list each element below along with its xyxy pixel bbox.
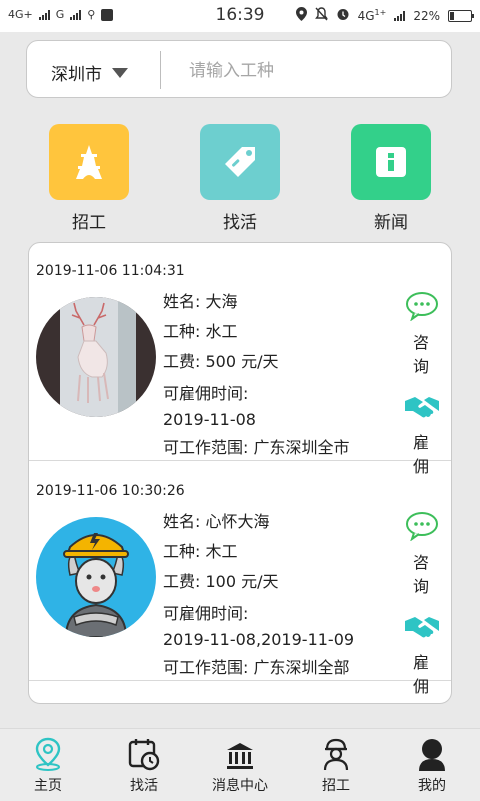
- hire-label: 可雇佣时间:: [163, 604, 249, 623]
- post-time: 2019-11-06 11:04:31: [36, 263, 185, 279]
- tab-find-work-label: 找活: [130, 778, 158, 794]
- tag-icon: [225, 147, 255, 177]
- avatar: [36, 297, 156, 417]
- chat-bubble-icon: [406, 292, 438, 322]
- worker-card[interactable]: 2019-11-06 11:04:31 姓名: 大海 工种: 水工 工费: 50…: [29, 243, 451, 476]
- hire-dates: 2019-11-08,2019-11-09: [163, 630, 355, 649]
- category-recruit[interactable]: 招工: [49, 124, 129, 233]
- work-area: 广东深圳全部: [253, 658, 350, 677]
- hire-row: 可雇佣时间: 2019-11-08: [163, 381, 350, 433]
- worker-info: 姓名: 心怀大海 工种: 木工 工费: 100 元/天 可雇佣时间: 2019-…: [163, 507, 354, 683]
- dropdown-arrow-icon: [112, 67, 128, 78]
- battery-level: [450, 11, 454, 20]
- search-bar: 深圳市: [26, 40, 452, 98]
- battery-percent: 22%: [413, 8, 440, 23]
- name-label: 姓名:: [163, 512, 201, 531]
- network-4g: 4G1+: [358, 8, 387, 23]
- wage-row: 工费: 100 元/天: [163, 567, 354, 597]
- worker-wage: 100 元/天: [205, 572, 279, 591]
- wage-label: 工费:: [163, 572, 201, 591]
- wage-row: 工费: 500 元/天: [163, 347, 350, 377]
- type-label: 工种:: [163, 322, 201, 341]
- city-label: 深圳市: [51, 65, 102, 85]
- worker-card[interactable]: 2019-11-06 10:30:26 姓名: 心怀大海 工种: 木工 工费: …: [29, 463, 451, 696]
- area-label: 可工作范围:: [163, 438, 249, 457]
- signal-icon-3: [394, 10, 406, 21]
- tower-icon: [76, 145, 102, 179]
- worker-name: 心怀大海: [205, 512, 270, 531]
- handshake-icon: [405, 397, 439, 418]
- category-recruit-label: 招工: [72, 213, 106, 233]
- category-news-tile[interactable]: [351, 124, 431, 200]
- post-time: 2019-11-06 10:30:26: [36, 483, 185, 499]
- mute-bell-icon: [314, 7, 328, 24]
- category-find-work-label: 找活: [223, 213, 257, 233]
- tab-messages-label: 消息中心: [212, 778, 268, 794]
- chat-bubble-icon: [406, 512, 438, 542]
- worker-name: 大海: [205, 292, 238, 311]
- category-find-work[interactable]: 找活: [200, 124, 280, 233]
- name-row: 姓名: 大海: [163, 287, 350, 317]
- worker-type: 水工: [205, 322, 238, 341]
- status-bar: 4G+ G ⚲ 16:39 4G1+ 22%: [0, 0, 480, 32]
- search-divider: [160, 51, 161, 89]
- employ-label: 雇 佣: [412, 653, 431, 696]
- employ-button[interactable]: 雇 佣: [401, 615, 443, 697]
- home-location-icon: [35, 737, 61, 771]
- area-row: 可工作范围: 广东深圳全部: [163, 653, 354, 683]
- category-news-label: 新闻: [374, 213, 408, 233]
- worker-info: 姓名: 大海 工种: 水工 工费: 500 元/天 可雇佣时间: 2019-11…: [163, 287, 350, 463]
- news-icon: [376, 147, 406, 177]
- area-row: 可工作范围: 广东深圳全市: [163, 433, 350, 463]
- name-row: 姓名: 心怀大海: [163, 507, 354, 537]
- worker-list: 2019-11-06 11:04:31 姓名: 大海 工种: 水工 工费: 50…: [28, 242, 452, 704]
- tab-find-work[interactable]: 找活: [104, 735, 184, 795]
- type-row: 工种: 木工: [163, 537, 354, 567]
- consult-label: 咨 询: [412, 553, 431, 596]
- user-icon: [419, 739, 445, 771]
- wage-label: 工费:: [163, 352, 201, 371]
- area-label: 可工作范围:: [163, 658, 249, 677]
- status-right: 4G1+ 22%: [295, 7, 474, 24]
- rabbit-worker-avatar-image: [36, 517, 156, 637]
- consult-label: 咨 询: [412, 333, 431, 376]
- bank-icon: [227, 743, 253, 769]
- worker-wage: 500 元/天: [205, 352, 279, 371]
- consult-button[interactable]: 咨 询: [401, 291, 443, 377]
- category-news[interactable]: 新闻: [351, 124, 431, 233]
- network-4g-sup: 1+: [374, 8, 387, 17]
- hire-row: 可雇佣时间: 2019-11-08,2019-11-09: [163, 601, 354, 653]
- location-icon: [295, 7, 307, 24]
- tab-mine[interactable]: 我的: [392, 735, 472, 795]
- tab-recruit[interactable]: 招工: [296, 735, 376, 795]
- type-row: 工种: 水工: [163, 317, 350, 347]
- worker-icon: [323, 738, 349, 771]
- avatar: [36, 517, 156, 637]
- category-find-work-tile[interactable]: [200, 124, 280, 200]
- deer-avatar-image: [36, 297, 156, 417]
- name-label: 姓名:: [163, 292, 201, 311]
- alarm-icon: [336, 7, 350, 24]
- tab-messages[interactable]: 消息中心: [200, 735, 280, 795]
- tab-recruit-label: 招工: [322, 778, 350, 794]
- battery-icon: [448, 9, 474, 22]
- schedule-icon: [128, 739, 160, 771]
- search-input[interactable]: [187, 55, 441, 87]
- handshake-icon: [405, 617, 439, 638]
- network-4g-label: 4G: [357, 9, 375, 23]
- category-recruit-tile[interactable]: [49, 124, 129, 200]
- tab-home[interactable]: 主页: [8, 735, 88, 795]
- work-area: 广东深圳全市: [253, 438, 350, 457]
- city-selector[interactable]: 深圳市: [51, 60, 128, 85]
- bottom-tab-bar: 主页 找活 消息中心 招工 我的: [0, 728, 480, 801]
- consult-button[interactable]: 咨 询: [401, 511, 443, 597]
- hire-label: 可雇佣时间:: [163, 384, 249, 403]
- tab-mine-label: 我的: [418, 778, 446, 794]
- hire-dates: 2019-11-08: [163, 410, 256, 429]
- tab-home-label: 主页: [34, 778, 62, 794]
- type-label: 工种:: [163, 542, 201, 561]
- worker-type: 木工: [205, 542, 238, 561]
